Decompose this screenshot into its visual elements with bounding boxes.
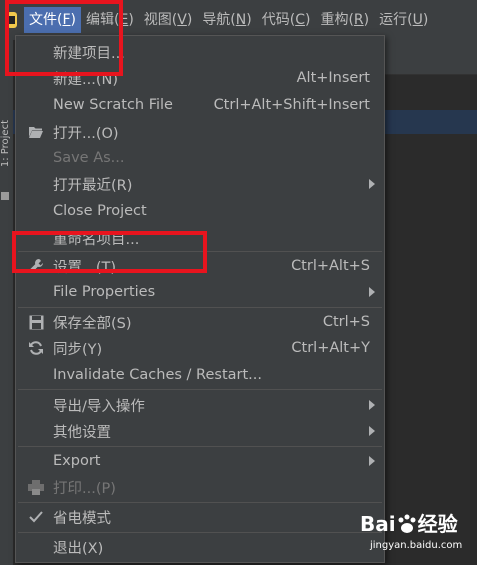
menu-item-exit[interactable]: 退出(X): [16, 534, 384, 560]
menu-item-save-as[interactable]: Save As...: [16, 145, 384, 171]
menu-item-print[interactable]: 打印...(P): [16, 474, 384, 500]
menu-run[interactable]: 运行(U): [374, 7, 433, 33]
file-menu-dropdown: 新建项目... 新建...(N) Alt+Insert New Scratch …: [15, 35, 385, 563]
paw-logo-icon: [396, 512, 418, 536]
menu-item-close-project[interactable]: Close Project: [16, 198, 384, 224]
floppy-disk-icon: [26, 312, 46, 332]
submenu-arrow-icon: [369, 400, 375, 410]
highlight-box-file-menu: [5, 0, 123, 76]
left-tool-stripe: 1: Project: [0, 40, 14, 565]
menu-separator: [18, 446, 382, 447]
menu-separator: [18, 532, 382, 533]
printer-icon: [26, 477, 46, 497]
sync-icon: [26, 338, 46, 358]
submenu-arrow-icon: [369, 179, 375, 189]
menu-separator: [18, 307, 382, 308]
structure-icon[interactable]: [1, 192, 9, 200]
submenu-arrow-icon: [369, 456, 375, 466]
menu-separator: [18, 502, 382, 503]
folder-open-icon: [26, 122, 46, 142]
menu-item-other-settings[interactable]: 其他设置: [16, 418, 384, 444]
menu-item-invalidate-caches[interactable]: Invalidate Caches / Restart...: [16, 362, 384, 388]
menu-item-export-import[interactable]: 导出/导入操作: [16, 392, 384, 418]
project-tool-tab[interactable]: 1: Project: [0, 120, 12, 167]
editor-tab-bar: [385, 40, 477, 75]
menu-item-power-save-mode[interactable]: 省电模式: [16, 504, 384, 530]
menu-item-file-properties[interactable]: File Properties: [16, 279, 384, 305]
checkmark-icon: [26, 507, 46, 527]
menu-item-export[interactable]: Export: [16, 448, 384, 474]
menu-code[interactable]: 代码(C): [257, 7, 316, 33]
baidu-watermark: Bai 经验 jingyan.baidu.com: [360, 512, 463, 551]
submenu-arrow-icon: [369, 287, 375, 297]
menu-item-new-scratch-file[interactable]: New Scratch File Ctrl+Alt+Shift+Insert: [16, 92, 384, 118]
menu-item-open-recent[interactable]: 打开最近(R): [16, 171, 384, 197]
submenu-arrow-icon: [369, 426, 375, 436]
menu-navigate[interactable]: 导航(N): [197, 7, 256, 33]
menu-view[interactable]: 视图(V): [139, 7, 198, 33]
menu-separator: [18, 389, 382, 390]
menu-refactor[interactable]: 重构(R): [315, 7, 374, 33]
highlight-box-settings: [12, 231, 207, 273]
menu-item-save-all[interactable]: 保存全部(S) Ctrl+S: [16, 309, 384, 335]
menu-item-open[interactable]: 打开...(O): [16, 119, 384, 145]
menu-item-sync[interactable]: 同步(Y) Ctrl+Alt+Y: [16, 335, 384, 361]
